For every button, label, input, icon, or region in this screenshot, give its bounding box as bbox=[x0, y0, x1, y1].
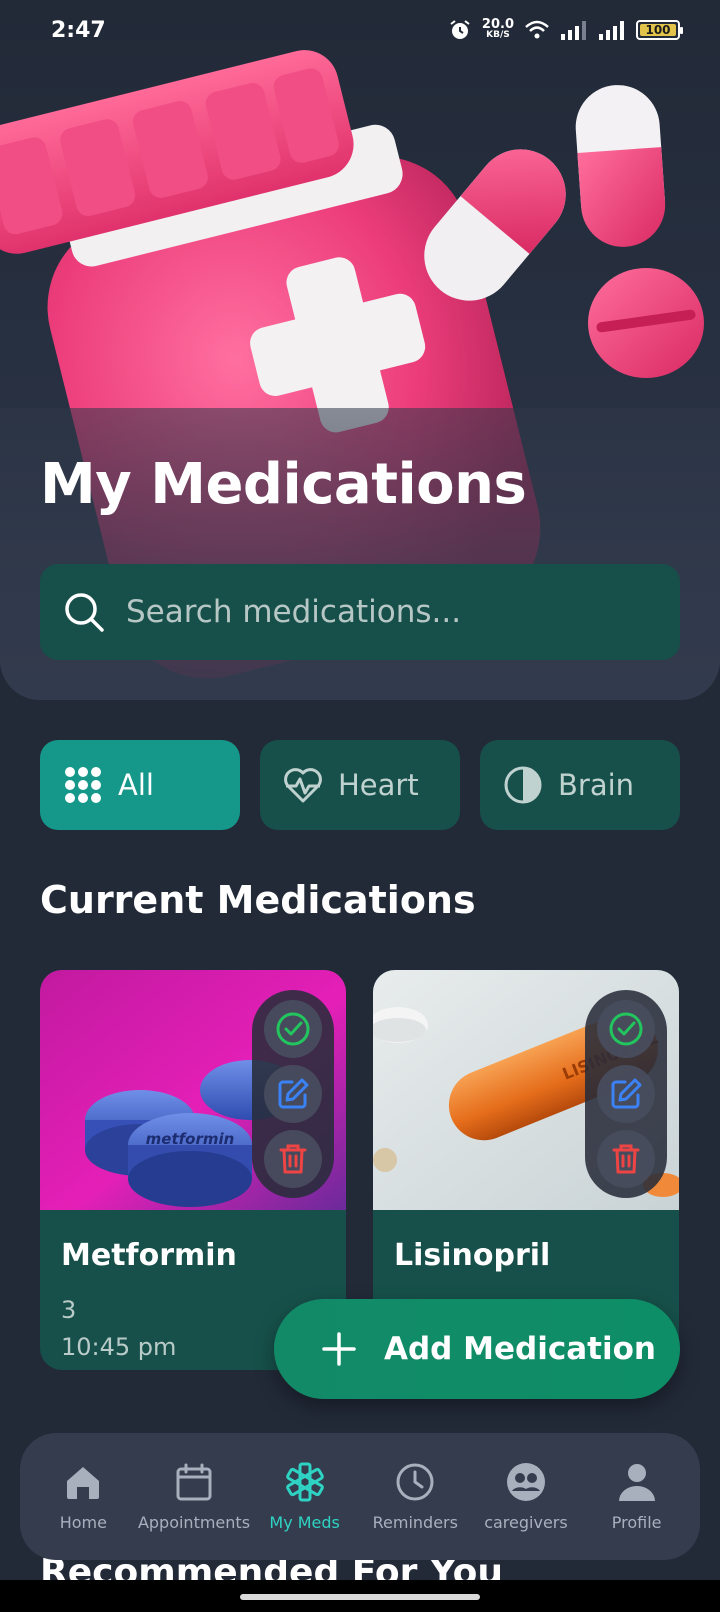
card-action-rail bbox=[585, 990, 667, 1198]
check-circle-icon bbox=[609, 1012, 643, 1046]
nav-home[interactable]: Home bbox=[29, 1461, 137, 1532]
search-bar[interactable] bbox=[40, 564, 680, 660]
nav-my-meds[interactable]: My Meds bbox=[251, 1461, 359, 1532]
plus-icon bbox=[322, 1332, 356, 1366]
status-bar: 2:47 20.0 KB/S 100 bbox=[0, 0, 720, 64]
nav-label: Profile bbox=[611, 1513, 662, 1532]
asterisk-icon bbox=[285, 1462, 324, 1502]
filter-chip-all[interactable]: All bbox=[40, 740, 240, 830]
edit-button[interactable] bbox=[264, 1064, 322, 1123]
person-icon bbox=[618, 1464, 655, 1501]
edit-button[interactable] bbox=[597, 1064, 655, 1123]
check-circle-icon bbox=[276, 1012, 310, 1046]
trash-icon bbox=[612, 1144, 640, 1174]
filter-chip-label: Brain bbox=[558, 768, 635, 802]
wifi-icon bbox=[525, 20, 549, 39]
signal-icon bbox=[561, 21, 586, 40]
status-time: 2:47 bbox=[51, 18, 106, 43]
heartbeat-icon bbox=[284, 768, 322, 803]
medication-time: 10:45 pm bbox=[61, 1333, 177, 1361]
mark-taken-button[interactable] bbox=[597, 999, 655, 1058]
nav-label: caregivers bbox=[484, 1513, 568, 1532]
search-icon bbox=[65, 593, 104, 632]
clock-icon bbox=[396, 1463, 434, 1501]
people-icon bbox=[506, 1463, 545, 1501]
nav-profile[interactable]: Profile bbox=[583, 1461, 691, 1532]
add-medication-button[interactable]: Add Medication bbox=[274, 1299, 680, 1399]
battery-indicator: 100 bbox=[636, 20, 683, 40]
mark-taken-button[interactable] bbox=[264, 999, 322, 1058]
nav-label: Reminders bbox=[372, 1513, 458, 1532]
grid-icon bbox=[65, 767, 101, 803]
home-icon bbox=[67, 1467, 100, 1499]
nav-appointments[interactable]: Appointments bbox=[137, 1461, 251, 1532]
nav-label: Appointments bbox=[137, 1513, 251, 1532]
page-title: My Medications bbox=[40, 452, 527, 517]
alarm-icon bbox=[450, 20, 470, 39]
pill-imprint: metformin bbox=[146, 1130, 235, 1148]
bottom-navigation: Home Appointments My Meds Reminders care… bbox=[20, 1433, 700, 1560]
nav-label: Home bbox=[59, 1513, 107, 1532]
filter-chip-label: Heart bbox=[338, 768, 419, 802]
filter-chip-label: All bbox=[118, 768, 154, 802]
nav-caregivers[interactable]: caregivers bbox=[472, 1461, 580, 1532]
home-gesture-handle[interactable] bbox=[240, 1594, 480, 1600]
trash-icon bbox=[279, 1144, 307, 1174]
category-filters: All Heart Brain bbox=[40, 740, 680, 830]
search-input[interactable] bbox=[126, 582, 646, 642]
add-medication-label: Add Medication bbox=[384, 1331, 656, 1367]
net-speed-unit: KB/S bbox=[486, 30, 510, 40]
system-gesture-bar bbox=[0, 1580, 720, 1612]
delete-button[interactable] bbox=[597, 1130, 655, 1189]
calendar-icon bbox=[176, 1463, 212, 1501]
card-action-rail bbox=[252, 990, 334, 1198]
medication-name: Lisinopril bbox=[394, 1238, 551, 1273]
edit-icon bbox=[278, 1078, 309, 1109]
battery-level: 100 bbox=[645, 23, 671, 37]
edit-icon bbox=[611, 1078, 642, 1109]
delete-button[interactable] bbox=[264, 1130, 322, 1189]
filter-chip-brain[interactable]: Brain bbox=[480, 740, 680, 830]
medication-name: Metformin bbox=[61, 1238, 237, 1273]
filter-chip-heart[interactable]: Heart bbox=[260, 740, 460, 830]
status-icons: 20.0 KB/S 100 bbox=[448, 17, 683, 42]
medication-meta: 3 10:45 pm bbox=[61, 1292, 176, 1366]
signal-icon-2 bbox=[599, 21, 624, 40]
nav-reminders[interactable]: Reminders bbox=[361, 1461, 469, 1532]
nav-label: My Meds bbox=[269, 1513, 340, 1532]
net-speed: 20.0 KB/S bbox=[481, 17, 514, 40]
section-title-current: Current Medications bbox=[40, 878, 476, 922]
brain-icon bbox=[504, 766, 542, 804]
net-speed-value: 20.0 bbox=[481, 17, 514, 32]
medication-dosage: 3 bbox=[61, 1296, 77, 1324]
